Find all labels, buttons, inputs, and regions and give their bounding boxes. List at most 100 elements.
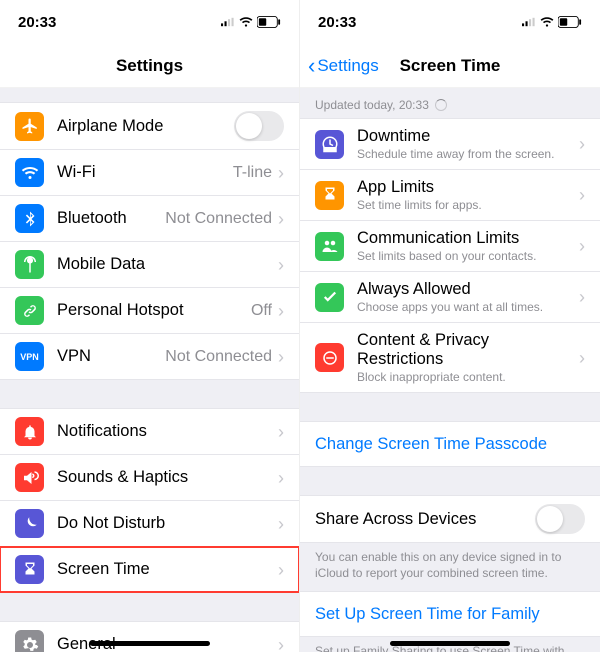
row-subtitle: Choose apps you want at all times.: [357, 300, 579, 314]
vpn-icon: VPN: [15, 342, 44, 371]
cellular-icon: [221, 15, 235, 29]
row-subtitle: Block inappropriate content.: [357, 370, 579, 384]
vpn-row[interactable]: VPNVPNNot Connected›: [0, 334, 299, 379]
page-title: Screen Time: [400, 56, 501, 76]
updated-label: Updated today, 20:33: [300, 88, 600, 118]
mobile-row[interactable]: Mobile Data›: [0, 242, 299, 288]
content-row[interactable]: Content & Privacy RestrictionsBlock inap…: [300, 323, 600, 392]
wifi-icon: [15, 158, 44, 187]
row-value: Off: [251, 302, 272, 320]
row-label: Notifications: [57, 422, 278, 441]
people-icon: [315, 232, 344, 261]
always-row[interactable]: Always AllowedChoose apps you want at al…: [300, 272, 600, 323]
bluetooth-icon: [15, 204, 44, 233]
status-bar: 20:33: [300, 0, 600, 44]
row-label: Communication Limits: [357, 229, 579, 248]
chevron-right-icon: ›: [278, 636, 284, 652]
home-indicator[interactable]: [390, 641, 510, 646]
chevron-right-icon: ›: [278, 348, 284, 366]
row-label: Screen Time: [57, 560, 278, 579]
row-label: Airplane Mode: [57, 117, 234, 136]
share-toggle[interactable]: [535, 504, 585, 534]
screentime-row[interactable]: Screen Time›: [0, 547, 299, 592]
chevron-right-icon: ›: [579, 186, 585, 204]
home-indicator[interactable]: [90, 641, 210, 646]
antenna-icon: [15, 250, 44, 279]
status-indicators: [221, 15, 281, 29]
check-icon: [315, 283, 344, 312]
share-across-devices-row[interactable]: Share Across Devices: [300, 496, 600, 542]
stop-icon: [315, 343, 344, 372]
row-label: Downtime: [357, 127, 579, 146]
dnd-row[interactable]: Do Not Disturb›: [0, 501, 299, 547]
row-label: Sounds & Haptics: [57, 468, 278, 487]
spinner-icon: [435, 99, 447, 111]
nav-bar: ‹ Settings Screen Time: [300, 44, 600, 88]
chevron-right-icon: ›: [579, 288, 585, 306]
chevron-right-icon: ›: [278, 210, 284, 228]
settings-list[interactable]: Airplane ModeWi-FiT-line›BluetoothNot Co…: [0, 88, 299, 652]
chevron-right-icon: ›: [579, 237, 585, 255]
chevron-right-icon: ›: [278, 423, 284, 441]
screen-time-list[interactable]: Updated today, 20:33 DowntimeSchedule ti…: [300, 88, 600, 652]
wifi-status-icon: [239, 15, 253, 29]
row-label: Always Allowed: [357, 280, 579, 299]
row-value: Not Connected: [165, 210, 272, 228]
row-label: App Limits: [357, 178, 579, 197]
wifi-status-icon: [540, 15, 554, 29]
settings-screen: 20:33 Settings Airplane Mode Wi-FiT-line›…: [0, 0, 300, 652]
row-label: Wi-Fi: [57, 163, 233, 182]
row-subtitle: Schedule time away from the screen.: [357, 147, 579, 161]
row-label: VPN: [57, 347, 165, 366]
notifications-row[interactable]: Notifications›: [0, 409, 299, 455]
battery-icon: [257, 16, 281, 28]
chevron-right-icon: ›: [278, 561, 284, 579]
chevron-right-icon: ›: [278, 302, 284, 320]
gear-icon: [15, 630, 44, 652]
hotspot-row[interactable]: Personal HotspotOff ›: [0, 288, 299, 334]
row-label: Bluetooth: [57, 209, 165, 228]
row-label: Do Not Disturb: [57, 514, 278, 533]
applimits-row[interactable]: App LimitsSet time limits for apps.›: [300, 170, 600, 221]
sounds-row[interactable]: Sounds & Haptics›: [0, 455, 299, 501]
status-time: 20:33: [18, 14, 56, 31]
battery-icon: [558, 16, 582, 28]
bell-icon: [15, 417, 44, 446]
nav-bar: Settings: [0, 44, 299, 88]
airplane-row[interactable]: Airplane Mode: [0, 103, 299, 150]
airplane-toggle[interactable]: [234, 111, 284, 141]
bluetooth-row[interactable]: BluetoothNot Connected ›: [0, 196, 299, 242]
row-value: Not Connected: [165, 348, 272, 366]
chevron-right-icon: ›: [579, 135, 585, 153]
status-bar: 20:33: [0, 0, 299, 44]
downtime-icon: [315, 130, 344, 159]
change-passcode-button[interactable]: Change Screen Time Passcode: [300, 422, 600, 466]
back-label: Settings: [317, 56, 378, 76]
row-subtitle: Set time limits for apps.: [357, 198, 579, 212]
wifi-row[interactable]: Wi-FiT-line›: [0, 150, 299, 196]
page-title: Settings: [116, 56, 183, 76]
status-time: 20:33: [318, 14, 356, 31]
cellular-icon: [522, 15, 536, 29]
status-indicators: [522, 15, 582, 29]
row-subtitle: Set limits based on your contacts.: [357, 249, 579, 263]
chevron-right-icon: ›: [278, 469, 284, 487]
chevron-right-icon: ›: [278, 515, 284, 533]
downtime-row[interactable]: DowntimeSchedule time away from the scre…: [300, 119, 600, 170]
hourglass-icon: [15, 555, 44, 584]
chevron-right-icon: ›: [278, 256, 284, 274]
chevron-right-icon: ›: [579, 349, 585, 367]
general-row[interactable]: General›: [0, 622, 299, 652]
commlimits-row[interactable]: Communication LimitsSet limits based on …: [300, 221, 600, 272]
hourglass-icon: [315, 181, 344, 210]
row-label: Personal Hotspot: [57, 301, 251, 320]
row-label: Content & Privacy Restrictions: [357, 331, 579, 369]
airplane-icon: [15, 112, 44, 141]
moon-icon: [15, 509, 44, 538]
share-footer: You can enable this on any device signed…: [300, 543, 600, 591]
row-label: Mobile Data: [57, 255, 278, 274]
back-button[interactable]: ‹ Settings: [308, 55, 379, 77]
speaker-icon: [15, 463, 44, 492]
link-icon: [15, 296, 44, 325]
setup-family-button[interactable]: Set Up Screen Time for Family: [300, 592, 600, 636]
